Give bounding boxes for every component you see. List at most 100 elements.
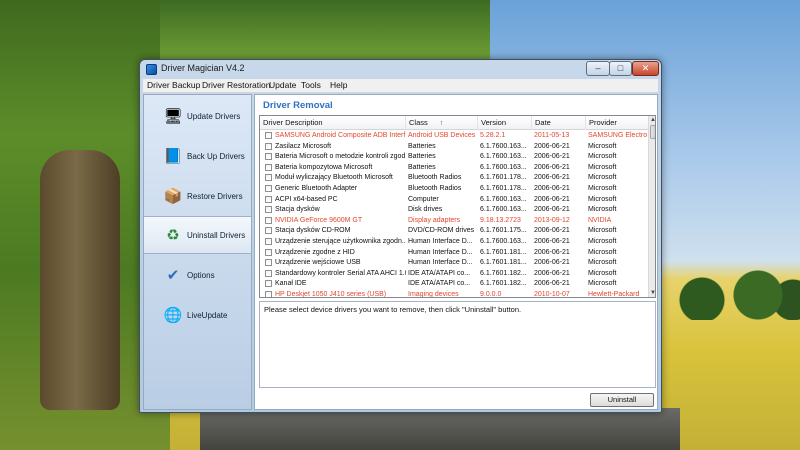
cell-provider: Microsoft (588, 153, 617, 161)
cell-desc: Bateria Microsoft o metodzie kontroli zg… (275, 153, 406, 161)
column-header-provider[interactable]: Provider (586, 116, 648, 130)
table-row[interactable]: Bateria kompozytowa Microsoft Batteries 6.… (260, 163, 648, 174)
row-checkbox[interactable] (265, 227, 272, 235)
cell-desc: Zasilacz Microsoft (275, 142, 332, 150)
cell-date: 2006-06-21 (534, 259, 570, 267)
restore-box-icon: 📦 (163, 187, 183, 205)
recycle-bin-icon: ♻ (166, 226, 180, 244)
menu-driver-restoration[interactable]: Driver Restoration (202, 80, 271, 90)
row-checkbox[interactable] (265, 259, 272, 267)
column-header-class[interactable]: Class ↑ (406, 116, 478, 130)
cell-desc: Moduł wyliczający Bluetooth Microsoft (275, 174, 393, 182)
cell-desc: Urządzenie sterujące użytkownika zgodn..… (275, 237, 406, 245)
backup-book-icon: 📘 (163, 147, 183, 165)
instruction-text: Please select device drivers you want to… (264, 305, 522, 314)
driver-list[interactable]: Driver Description Class ↑ Version Date P… (259, 115, 656, 298)
row-checkbox[interactable] (265, 142, 272, 150)
table-row[interactable]: Urządzenie sterujące użytkownika zgodn..… (260, 237, 648, 248)
scroll-down-icon[interactable]: ▼ (649, 289, 655, 297)
cell-desc: HP Deskjet 1050 J410 series (USB) (275, 290, 387, 298)
maximize-button[interactable]: □ (609, 61, 632, 76)
uninstall-button[interactable]: Uninstall (590, 393, 654, 407)
row-checkbox[interactable] (265, 216, 272, 224)
menu-tools[interactable]: Tools (301, 80, 321, 90)
row-checkbox[interactable] (265, 174, 272, 182)
cell-desc: Urządzenie wejściowe USB (275, 259, 361, 267)
row-checkbox[interactable] (265, 290, 272, 297)
cell-version: 6.1.7600.163... (480, 153, 527, 161)
column-header-version[interactable]: Version (478, 116, 532, 130)
cell-version: 6.1.7601.178... (480, 174, 527, 182)
table-row[interactable]: Kanał IDE IDE ATA/ATAPI co... 6.1.7601.182… (260, 279, 648, 290)
row-checkbox[interactable] (265, 237, 272, 245)
minimize-button[interactable]: – (586, 61, 610, 76)
table-row[interactable]: Standardowy kontroler Serial ATA AHCI 1.… (260, 269, 648, 280)
table-row[interactable]: Stacja dysków Disk drives 6.1.7600.163... 2… (260, 205, 648, 216)
table-row[interactable]: Moduł wyliczający Bluetooth Microsoft Blu… (260, 173, 648, 184)
row-checkbox[interactable] (265, 153, 272, 161)
info-text-box: Please select device drivers you want to… (259, 301, 656, 388)
cell-class: Computer (408, 195, 439, 203)
table-row[interactable]: ACPI x64-based PC Computer 6.1.7600.163...… (260, 195, 648, 206)
row-checkbox[interactable] (265, 184, 272, 192)
sidebar-item-uninstall-drivers[interactable]: ♻ Uninstall Drivers (144, 216, 251, 254)
menu-bar: Driver Backup Driver Restoration Update … (143, 79, 658, 93)
list-header: Driver Description Class ↑ Version Date P… (260, 116, 648, 130)
cell-desc: NVIDIA GeForce 9600M GT (275, 216, 363, 224)
cell-provider: Microsoft (588, 195, 617, 203)
row-checkbox[interactable] (265, 195, 272, 203)
sidebar-item-restore-drivers[interactable]: 📦 Restore Drivers (144, 177, 251, 215)
cell-provider: Microsoft (588, 174, 617, 182)
row-checkbox[interactable] (265, 132, 272, 139)
table-row[interactable]: Generic Bluetooth Adapter Bluetooth Radio… (260, 184, 648, 195)
cell-class: Android USB Devices (408, 132, 476, 139)
cell-desc: Generic Bluetooth Adapter (275, 184, 358, 192)
cell-version: 6.1.7601.182... (480, 280, 527, 288)
cell-version: 6.1.7601.181... (480, 259, 527, 267)
menu-driver-backup[interactable]: Driver Backup (147, 80, 200, 90)
row-checkbox[interactable] (265, 248, 272, 256)
cell-desc: Kanał IDE (275, 280, 307, 288)
panel-title: Driver Removal (263, 100, 333, 111)
table-row[interactable]: NVIDIA GeForce 9600M GT Display adapters 9… (260, 216, 648, 227)
sidebar-item-options[interactable]: ✔ Options (144, 256, 251, 294)
sidebar-item-update-drivers[interactable]: 🖥 Update Drivers (144, 97, 251, 135)
cell-provider: SAMSUNG Electro (588, 132, 648, 139)
column-header-description[interactable]: Driver Description (260, 116, 406, 130)
cell-desc: SAMSUNG Android Composite ADB Interf... (275, 132, 406, 139)
table-row[interactable]: Urządzenie zgodne z HID Human Interface D… (260, 248, 648, 259)
row-checkbox[interactable] (265, 280, 272, 288)
sidebar-item-label: Back Up Drivers (187, 151, 245, 161)
sidebar-item-liveupdate[interactable]: 🌐 LiveUpdate (144, 296, 251, 334)
cell-date: 2006-06-21 (534, 184, 570, 192)
table-row[interactable]: SAMSUNG Android Composite ADB Interf... A… (260, 131, 648, 142)
table-row[interactable]: Urządzenie wejściowe USB Human Interface … (260, 258, 648, 269)
sort-ascending-icon: ↑ (439, 120, 444, 127)
row-checkbox[interactable] (265, 269, 272, 277)
cell-date: 2006-06-21 (534, 174, 570, 182)
cell-desc: Standardowy kontroler Serial ATA AHCI 1.… (275, 269, 406, 277)
table-row[interactable]: Bateria Microsoft o metodzie kontroli zg… (260, 152, 648, 163)
main-panel: Driver Removal Driver Description Class ↑… (254, 94, 658, 410)
row-checkbox[interactable] (265, 163, 272, 171)
sidebar-item-backup-drivers[interactable]: 📘 Back Up Drivers (144, 137, 251, 175)
menu-update[interactable]: Update (269, 80, 296, 90)
table-row[interactable]: Stacja dysków CD-ROM DVD/CD-ROM drives 6.1… (260, 226, 648, 237)
column-header-date[interactable]: Date (532, 116, 586, 130)
close-button[interactable]: ✕ (632, 61, 659, 76)
cell-class: Batteries (408, 163, 436, 171)
cell-class: IDE ATA/ATAPI co... (408, 269, 471, 277)
scroll-thumb[interactable] (650, 125, 655, 139)
scroll-up-icon[interactable]: ▲ (649, 116, 655, 124)
desktop-wallpaper-road (200, 408, 680, 450)
menu-help[interactable]: Help (330, 80, 347, 90)
cell-desc: ACPI x64-based PC (275, 195, 338, 203)
vertical-scrollbar[interactable]: ▲ ▼ (648, 116, 655, 297)
cell-provider: NVIDIA (588, 216, 612, 224)
row-checkbox[interactable] (265, 206, 272, 214)
table-row[interactable]: HP Deskjet 1050 J410 series (USB) Imaging… (260, 290, 648, 298)
cell-desc: Stacja dysków (275, 206, 320, 214)
table-row[interactable]: Zasilacz Microsoft Batteries 6.1.7600.163.… (260, 142, 648, 153)
cell-version: 6.1.7600.163... (480, 237, 527, 245)
title-bar[interactable]: Driver Magician V4.2 – □ ✕ (140, 60, 661, 79)
